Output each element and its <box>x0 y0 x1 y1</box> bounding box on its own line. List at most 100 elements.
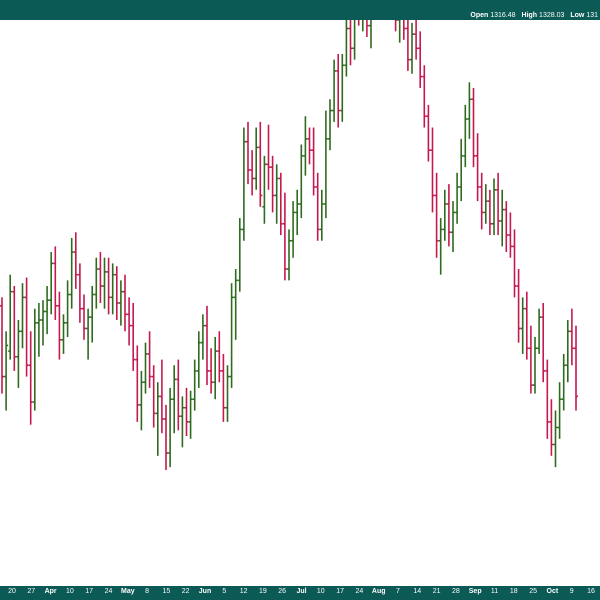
ohlc-bar <box>180 396 185 448</box>
ohlc-bar <box>229 283 234 388</box>
x-tick-label: 7 <box>396 588 400 595</box>
ohlc-bar <box>94 257 99 309</box>
open-value: 1316.48 <box>490 11 516 19</box>
ohlc-readout: Open 1316.48 High 1328.03 Low 131 <box>470 10 600 20</box>
ohlc-bar <box>106 257 111 315</box>
ohlc-bar <box>274 164 279 224</box>
ohlc-bar <box>496 172 501 236</box>
ohlc-bar <box>487 189 492 236</box>
x-tick-label: 10 <box>316 588 325 595</box>
ohlc-bar <box>0 297 4 394</box>
ohlc-bar <box>139 370 144 431</box>
ohlc-bar <box>258 121 263 207</box>
x-tick-label: Sep <box>468 588 482 595</box>
ohlc-bar <box>237 218 242 292</box>
ohlc-bar <box>12 286 17 371</box>
ohlc-bar <box>524 291 529 360</box>
ohlc-bar <box>53 246 58 320</box>
ohlc-bar <box>483 184 488 224</box>
ohlc-bar <box>410 22 414 74</box>
high-label: High <box>521 11 538 19</box>
x-tick-label: Apr <box>44 588 57 595</box>
x-tick-label: Jul <box>296 588 307 595</box>
ohlc-bar <box>282 192 287 281</box>
ohlc-bar <box>32 308 37 411</box>
ohlc-bar <box>233 269 238 340</box>
ohlc-bar <box>159 359 164 434</box>
ohlc-bar <box>467 82 472 139</box>
x-tick-label: Aug <box>371 588 386 595</box>
ohlc-bar <box>574 325 578 411</box>
low-value: 131 <box>586 11 598 19</box>
ohlc-bar <box>114 266 119 320</box>
ohlc-bar <box>155 382 160 456</box>
ohlc-bar <box>303 116 308 176</box>
ohlc-bar <box>340 53 345 122</box>
ohlc-bar <box>528 325 533 394</box>
x-tick-label: 15 <box>162 588 171 595</box>
ohlc-bar <box>352 0 356 60</box>
ohlc-bar <box>508 212 513 258</box>
ohlc-bar <box>287 229 291 281</box>
ohlc-bar <box>328 99 332 151</box>
ohlc-bar <box>541 303 546 383</box>
ohlc-bar <box>110 263 115 315</box>
x-tick-label: 24 <box>355 588 364 595</box>
ohlc-bar <box>561 353 566 411</box>
ohlc-bar <box>438 218 443 275</box>
ohlc-bar <box>451 201 455 253</box>
x-tick-label: 5 <box>222 588 227 595</box>
ohlc-bar <box>135 345 140 422</box>
ohlc-bar <box>323 110 328 219</box>
ohlc-bar <box>172 365 177 434</box>
ohlc-chart <box>0 0 578 470</box>
ohlc-bar <box>8 274 13 360</box>
ohlc-bar <box>20 283 25 349</box>
ohlc-bar <box>86 308 91 360</box>
ohlc-bar <box>295 189 300 236</box>
ohlc-bar <box>262 155 267 224</box>
ohlc-bar <box>45 286 50 335</box>
ohlc-bar <box>369 0 373 49</box>
ohlc-bar <box>512 229 517 298</box>
x-tick-label: 27 <box>27 588 36 595</box>
x-tick-label: 24 <box>104 588 113 595</box>
ohlc-bar <box>41 300 45 346</box>
ohlc-bar <box>246 121 250 185</box>
x-tick-label: 14 <box>413 588 422 595</box>
ohlc-bar <box>336 53 341 128</box>
ohlc-bar <box>241 127 246 241</box>
ohlc-bar <box>394 0 398 32</box>
x-tick-label: Jun <box>198 588 212 595</box>
ohlc-bar <box>77 263 82 323</box>
x-tick-label: 12 <box>239 588 248 595</box>
x-tick-label: 21 <box>432 588 441 595</box>
ohlc-bar <box>504 201 509 253</box>
ohlc-bar <box>82 294 86 340</box>
ohlc-bar <box>131 303 136 371</box>
ohlc-bar <box>463 104 468 168</box>
ohlc-bar <box>446 184 451 247</box>
ohlc-bar <box>569 308 574 366</box>
ohlc-bar <box>471 87 476 168</box>
x-axis: 20 27 Apr 10 17 24 May 8 15 22 Jun 5 12 19 26 Jul 10 17 24… <box>0 586 600 600</box>
ohlc-bar <box>479 172 484 230</box>
ohlc-bar <box>430 127 435 213</box>
ohlc-bar <box>90 286 95 343</box>
header-bar: Open 1316.48 High 1328.03 Low 131 <box>0 0 600 20</box>
x-tick-label: Oct <box>546 588 559 595</box>
ohlc-bar <box>266 124 271 190</box>
ohlc-bar <box>315 172 320 241</box>
ohlc-bar <box>143 342 148 394</box>
x-tick-label: May <box>120 588 135 595</box>
ohlc-bar <box>254 127 259 190</box>
x-tick-label: 25 <box>529 588 537 595</box>
ohlc-bar <box>434 172 439 258</box>
price-chart[interactable] <box>0 0 600 586</box>
ohlc-bar <box>57 291 62 360</box>
ohlc-bar <box>147 331 152 388</box>
ohlc-bar <box>516 269 521 343</box>
ohlc-bar <box>366 0 369 37</box>
x-tick-label: 22 <box>181 588 190 595</box>
ohlc-bar <box>168 387 173 468</box>
